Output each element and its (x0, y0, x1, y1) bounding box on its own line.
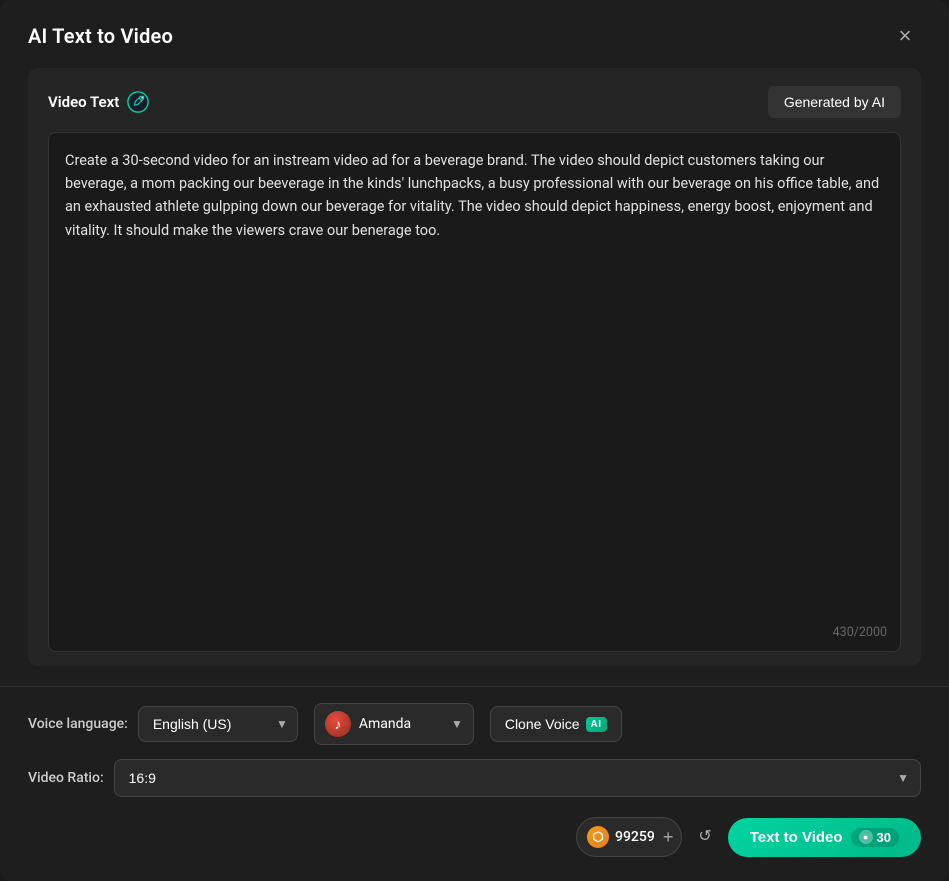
char-count: 430/2000 (833, 625, 887, 640)
button-cost-badge: ● 30 (851, 828, 899, 847)
video-ratio-row: Video Ratio: 16:9 9:16 1:1 4:3 ▼ (0, 745, 949, 797)
clone-voice-label: Clone Voice (505, 716, 580, 732)
dialog-body: Video Text Generated by AI 43 (0, 68, 949, 686)
close-button[interactable]: × (889, 20, 921, 52)
video-ratio-select[interactable]: 16:9 9:16 1:1 4:3 (114, 759, 921, 797)
footer-row: ⬡ 99259 + ↺ Text to Video ● 30 (0, 797, 949, 881)
ai-edit-icon (127, 91, 149, 113)
video-ratio-label: Video Ratio: (28, 770, 104, 786)
credits-display: ⬡ 99259 + (576, 817, 682, 857)
section-title-group: Video Text (48, 91, 149, 113)
voice-language-select[interactable]: English (US) English (UK) Spanish French… (138, 706, 298, 742)
text-to-video-button[interactable]: Text to Video ● 30 (728, 818, 921, 857)
section-header: Video Text Generated by AI (48, 86, 901, 118)
video-ratio-select-wrapper: 16:9 9:16 1:1 4:3 ▼ (114, 759, 921, 797)
voice-controls-row: Voice language: English (US) English (UK… (0, 687, 949, 745)
voice-chevron-icon: ▼ (451, 717, 463, 731)
credits-add-button[interactable]: + (661, 828, 676, 846)
dialog-title: AI Text to Video (28, 24, 173, 48)
clone-voice-ai-badge: AI (586, 717, 607, 732)
clone-voice-button[interactable]: Clone Voice AI (490, 706, 622, 742)
section-title: Video Text (48, 93, 119, 111)
credits-amount: 99259 (615, 829, 655, 845)
credits-coin-icon: ⬡ (587, 826, 609, 848)
text-area-wrapper: 430/2000 (48, 132, 901, 652)
voice-language-label: Voice language: (28, 716, 128, 732)
cost-icon: ● (859, 830, 873, 844)
video-text-section: Video Text Generated by AI 43 (28, 68, 921, 666)
credits-refresh-button[interactable]: ↺ (694, 829, 715, 845)
refresh-icon: ↺ (698, 828, 711, 845)
text-to-video-label: Text to Video (750, 829, 843, 846)
voice-name: Amanda (359, 716, 443, 732)
voice-selector[interactable]: ♪ Amanda ▼ (314, 703, 474, 745)
cost-amount: 30 (877, 830, 891, 845)
video-text-input[interactable] (48, 132, 901, 652)
generated-by-ai-button[interactable]: Generated by AI (768, 86, 901, 118)
voice-language-select-wrapper: English (US) English (UK) Spanish French… (138, 706, 298, 742)
dialog-header: AI Text to Video × (0, 0, 949, 68)
voice-language-group: Voice language: English (US) English (UK… (28, 706, 298, 742)
voice-avatar: ♪ (325, 711, 351, 737)
ai-text-to-video-dialog: AI Text to Video × Video Text (0, 0, 949, 881)
